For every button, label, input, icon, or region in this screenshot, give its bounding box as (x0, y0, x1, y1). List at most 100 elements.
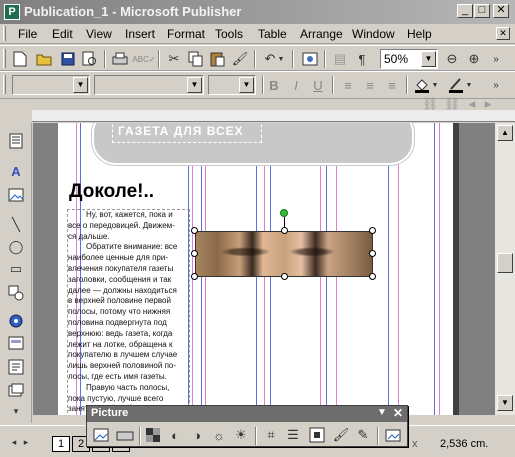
menu-insert[interactable]: Insert (125, 27, 155, 41)
line-style-icon[interactable]: ☰ (283, 425, 303, 445)
doc-close-button[interactable]: ✕ (496, 27, 510, 40)
style-combo[interactable]: ▼ (12, 75, 90, 95)
maximize-button[interactable]: □ (474, 4, 490, 18)
rotate-handle[interactable] (280, 209, 288, 217)
picture-toolbar[interactable]: Picture ▼ ✕ ◐ ◑ ☼ ☀ ⌗ ☰ 🖌 ✎ (86, 405, 408, 447)
paste-icon[interactable] (208, 49, 228, 69)
zoom-out-icon[interactable]: ⊖ (442, 49, 462, 69)
menu-format[interactable]: Format (167, 27, 205, 41)
resize-handle-nw[interactable] (191, 227, 198, 234)
print-icon[interactable] (110, 49, 130, 69)
close-button[interactable]: ✕ (493, 4, 509, 18)
less-brightness-icon[interactable]: ☀ (231, 425, 251, 445)
picture-toolbar-close-icon[interactable]: ✕ (393, 406, 403, 420)
text-wrapping-icon[interactable] (307, 425, 327, 445)
resize-handle-e[interactable] (369, 250, 376, 257)
menu-table[interactable]: Table (258, 27, 287, 41)
justify-icon[interactable]: ≡ (382, 75, 402, 95)
line-color-icon[interactable] (446, 75, 466, 95)
italic-button[interactable]: I (286, 75, 306, 95)
bold-button[interactable]: B (264, 75, 284, 95)
rectangle-icon[interactable]: ▭ (6, 259, 26, 279)
fill-color-icon[interactable] (412, 75, 432, 95)
set-transparent-color-icon[interactable]: ✎ (353, 425, 373, 445)
chevron-down-icon[interactable]: ▼ (73, 77, 88, 93)
hot-spot-icon[interactable] (6, 311, 26, 331)
picture-frame-icon[interactable] (6, 185, 26, 205)
chevron-down-icon[interactable]: ▼ (239, 77, 254, 93)
masthead-text-frame[interactable]: ГАЗЕТА ДЛЯ ВСЕХ (112, 123, 262, 143)
undo-dropdown-icon[interactable]: ▼ (276, 49, 286, 69)
page-nav-right-icon[interactable]: ▸ (16, 432, 36, 452)
scroll-thumb[interactable] (497, 253, 513, 273)
toolbar-grip[interactable] (3, 49, 6, 68)
line-color-dropdown-icon[interactable]: ▼ (464, 75, 474, 95)
line-icon[interactable]: ╲ (6, 215, 26, 235)
zoom-in-icon[interactable]: ⊕ (464, 49, 484, 69)
format-picture-icon[interactable]: 🖌 (331, 425, 351, 445)
select-objects-icon[interactable] (6, 131, 26, 151)
toolbar-grip[interactable] (3, 75, 6, 94)
underline-button[interactable]: U (308, 75, 328, 95)
publication-page[interactable]: ГАЗЕТА ДЛЯ ВСЕХ Доколе!.. Ну, вот, кажет… (58, 123, 453, 415)
reset-picture-icon[interactable] (383, 425, 403, 445)
chevron-down-icon[interactable]: ▼ (421, 51, 436, 67)
resize-handle-n[interactable] (281, 227, 288, 234)
vertical-scrollbar[interactable]: ▲ ▼ (495, 123, 515, 415)
menu-file[interactable]: File (18, 27, 37, 41)
pilcrow-icon[interactable]: ¶ (352, 49, 372, 69)
resize-handle-se[interactable] (369, 273, 376, 280)
resize-handle-s[interactable] (281, 273, 288, 280)
format-painter-icon[interactable]: 🖌 (230, 49, 250, 69)
font-size-combo[interactable]: ▼ (208, 75, 256, 95)
menu-edit[interactable]: Edit (52, 27, 73, 41)
menu-tools[interactable]: Tools (215, 27, 243, 41)
more-tools-icon[interactable]: ▾ (6, 401, 26, 421)
insert-picture-icon[interactable] (300, 49, 320, 69)
menu-view[interactable]: View (86, 27, 112, 41)
font-combo[interactable]: ▼ (94, 75, 204, 95)
scroll-down-button[interactable]: ▼ (497, 395, 513, 411)
toolbar-options-dropdown-icon[interactable]: ▼ (377, 407, 387, 418)
more-brightness-icon[interactable]: ☼ (209, 425, 229, 445)
open-icon[interactable] (34, 49, 54, 69)
toolbar-options-icon[interactable]: » (490, 49, 502, 69)
menu-help[interactable]: Help (407, 27, 432, 41)
page-tab-1[interactable]: 1 (52, 436, 70, 452)
cut-icon[interactable]: ✂ (164, 49, 184, 69)
resize-handle-sw[interactable] (191, 273, 198, 280)
picture-toolbar-titlebar[interactable]: Picture ▼ ✕ (87, 406, 407, 422)
horizontal-ruler[interactable] (32, 110, 515, 122)
oval-icon[interactable]: ◯ (6, 237, 26, 257)
publication-workspace[interactable]: ГАЗЕТА ДЛЯ ВСЕХ Доколе!.. Ну, вот, кажет… (33, 123, 495, 415)
menubar-grip[interactable] (3, 26, 6, 41)
form-control-icon[interactable] (6, 333, 26, 353)
print-preview-icon[interactable] (80, 49, 100, 69)
masthead-box[interactable]: ГАЗЕТА ДЛЯ ВСЕХ (92, 123, 414, 165)
more-contrast-icon[interactable]: ◐ (165, 425, 185, 445)
selected-picture[interactable] (195, 231, 373, 277)
scanner-icon[interactable] (115, 425, 135, 445)
html-code-icon[interactable] (6, 357, 26, 377)
menu-window[interactable]: Window (352, 27, 395, 41)
align-left-icon[interactable]: ≡ (338, 75, 358, 95)
design-gallery-icon[interactable] (6, 381, 26, 401)
spelling-icon[interactable]: ABC✓ (132, 49, 155, 69)
resize-handle-w[interactable] (191, 250, 198, 257)
text-box-icon[interactable]: A (6, 161, 26, 181)
menu-arrange[interactable]: Arrange (300, 27, 343, 41)
color-icon[interactable] (143, 425, 163, 445)
article-headline[interactable]: Доколе!.. (69, 181, 154, 203)
align-center-icon[interactable]: ≡ (360, 75, 380, 95)
less-contrast-icon[interactable]: ◑ (187, 425, 207, 445)
minimize-button[interactable]: _ (457, 4, 473, 18)
chevron-down-icon[interactable]: ▼ (187, 77, 202, 93)
save-icon[interactable] (58, 49, 78, 69)
fill-dropdown-icon[interactable]: ▼ (430, 75, 440, 95)
autoshapes-icon[interactable] (6, 283, 26, 303)
new-icon[interactable] (10, 49, 30, 69)
article-text-frame[interactable]: Ну, вот, кажется, пока и все о передовице… (67, 209, 190, 415)
copy-icon[interactable] (186, 49, 206, 69)
toolbar-options-icon[interactable]: » (490, 75, 502, 95)
publisher-app-icon[interactable]: P (4, 4, 20, 20)
